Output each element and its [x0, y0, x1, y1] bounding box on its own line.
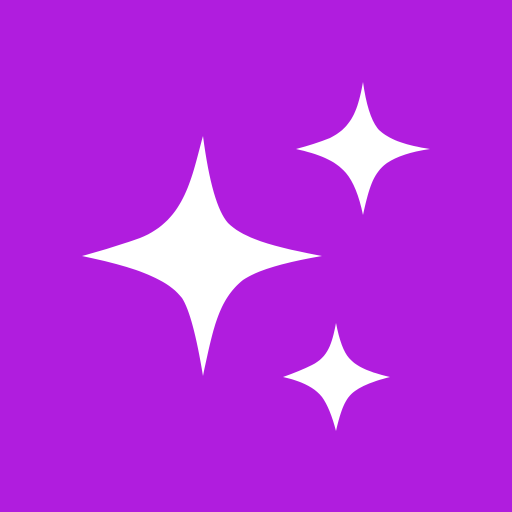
app-icon [0, 0, 512, 512]
sparkles-icon [0, 0, 512, 512]
